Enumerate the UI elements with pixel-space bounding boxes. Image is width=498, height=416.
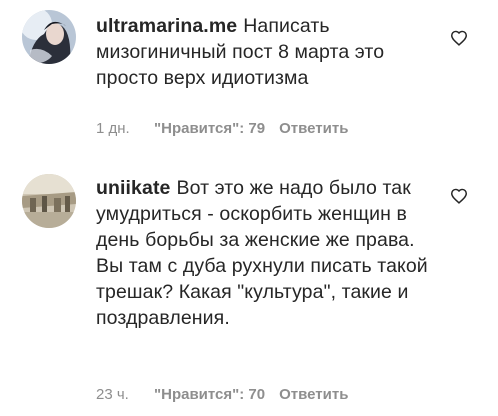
comment-username[interactable]: ultramarina.me	[96, 15, 237, 37]
avatar[interactable]	[22, 10, 76, 64]
comment-item: ultramarina.me Написать мизогиничный пост…	[0, 0, 498, 150]
avatar[interactable]	[22, 174, 76, 228]
comment-time[interactable]: 1 дн.	[96, 120, 154, 137]
comment-time[interactable]: 23 ч.	[96, 386, 154, 403]
heart-outline-icon[interactable]	[450, 188, 468, 204]
comment-likes[interactable]: "Нравится": 70	[154, 386, 265, 403]
comment-username[interactable]: uniikate	[96, 177, 171, 199]
comment-item: uniikate Вот это же надо было так умудрит…	[0, 162, 498, 416]
comment-body: Вот это же надо было так умудриться - ос…	[96, 177, 428, 329]
comment-meta: 1 дн. "Нравится": 79 Ответить	[96, 120, 348, 137]
heart-outline-icon[interactable]	[450, 30, 468, 46]
comment-meta: 23 ч. "Нравится": 70 Ответить	[96, 386, 348, 403]
comment-text-block: ultramarina.me Написать мизогиничный пост…	[96, 13, 436, 91]
comment-likes[interactable]: "Нравится": 79	[154, 120, 265, 137]
comment-text-block: uniikate Вот это же надо было так умудрит…	[96, 175, 436, 331]
reply-button[interactable]: Ответить	[279, 120, 348, 137]
reply-button[interactable]: Ответить	[279, 386, 348, 403]
